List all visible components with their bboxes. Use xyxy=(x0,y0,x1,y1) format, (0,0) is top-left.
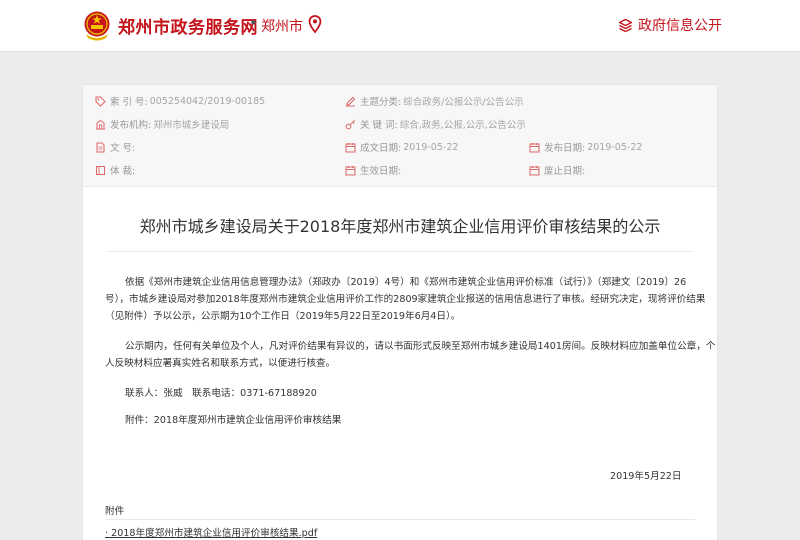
article-title: 郑州市城乡建设局关于2018年度郑州市建筑企业信用评价审核结果的公示 xyxy=(139,217,661,236)
site-header: 郑州市政务服务网 • 郑州市 政府信息公开 xyxy=(0,0,800,52)
meta-issuer-value: 郑州市城乡建设局 xyxy=(153,120,230,131)
gov-info-label[interactable]: 政府信息公开 xyxy=(638,15,722,35)
book-icon xyxy=(96,165,105,175)
meta-docno-label: 文 号: xyxy=(110,143,136,154)
meta-issuer-label: 发布机构: xyxy=(110,120,152,131)
edit-icon xyxy=(346,96,356,106)
body-paragraph-1-line-2: 号），市城乡建设局对参加2018年度郑州市建筑企业信用评价工作的2809家建筑企… xyxy=(105,294,706,305)
document-metadata: 索 引 号: 005254042/2019-00185 主题分类: 综合政务/公… xyxy=(83,85,717,187)
document-icon xyxy=(96,142,105,152)
meta-abolish-label: 废止日期: xyxy=(544,166,586,177)
body-paragraph-2-line-2: 人反映材料应署真实姓名和联系方式，以便进行核查。 xyxy=(105,358,336,369)
title-divider xyxy=(107,251,693,252)
location-pin-icon[interactable] xyxy=(308,15,322,33)
meta-form-label: 体 裁: xyxy=(110,166,136,177)
calendar-icon xyxy=(529,165,540,175)
attachment-note: 附件：2018年度郑州市建筑企业信用评价审核结果 xyxy=(125,415,342,426)
calendar-icon xyxy=(529,142,540,152)
meta-form: 体 裁: xyxy=(95,163,137,177)
body-paragraph-1-line-1: 依据《郑州市建筑企业信用信息管理办法》（郑政办〔2019〕4号）和《郑州市建筑企… xyxy=(125,277,687,288)
body-paragraph-1-line-3: （见附件）予以公示，公示期为10个工作日（2019年5月22日至2019年6月4… xyxy=(105,311,461,322)
meta-effective-date: 生效日期: xyxy=(345,163,403,177)
meta-issuer: 发布机构: 郑州市城乡建设局 xyxy=(95,117,229,131)
meta-published-label: 发布日期: xyxy=(544,143,586,154)
meta-document-number: 文 号: xyxy=(95,140,137,154)
meta-effective-label: 生效日期: xyxy=(360,166,402,177)
meta-index-number: 索 引 号: 005254042/2019-00185 xyxy=(95,94,265,108)
tag-icon xyxy=(95,96,106,107)
calendar-icon xyxy=(345,142,356,152)
issue-date: 2019年5月22日 xyxy=(610,471,682,482)
site-title[interactable]: 郑州市政务服务网 xyxy=(118,13,258,38)
meta-keywords-label: 关 键 词: xyxy=(360,120,398,131)
body-paragraph-2-line-1: 公示期内，任何有关单位及个人，凡对评价结果有异议的，请以书面形式反映至郑州市城乡… xyxy=(125,341,716,352)
article-card: 索 引 号: 005254042/2019-00185 主题分类: 综合政务/公… xyxy=(82,84,718,540)
calendar-icon xyxy=(345,165,356,175)
national-emblem-icon xyxy=(84,11,110,41)
contact-line: 联系人：张威 联系电话：0371-67188920 xyxy=(125,388,317,399)
meta-category: 主题分类: 综合政务/公报公示/公告公示 xyxy=(345,94,524,108)
attachments-heading: 附件 xyxy=(105,506,125,517)
key-icon xyxy=(345,119,356,129)
meta-index-label: 索 引 号: xyxy=(110,97,148,108)
meta-published-date: 发布日期: 2019-05-22 xyxy=(529,140,642,154)
city-switch[interactable]: 郑州市 xyxy=(261,16,303,36)
meta-keywords-value: 综合,政务,公报,公示,公告公示 xyxy=(399,120,526,131)
meta-created-value: 2019-05-22 xyxy=(403,141,459,153)
meta-abolish-date: 废止日期: xyxy=(529,163,587,177)
gov-info-disclosure-link[interactable]: 政府信息公开 xyxy=(618,15,722,35)
meta-created-date: 成文日期: 2019-05-22 xyxy=(345,140,458,154)
layers-icon xyxy=(618,18,633,32)
meta-index-value: 005254042/2019-00185 xyxy=(149,95,266,107)
meta-keywords: 关 键 词: 综合,政务,公报,公示,公告公示 xyxy=(345,117,526,131)
meta-category-value: 综合政务/公报公示/公告公示 xyxy=(403,97,524,108)
attachments-divider xyxy=(105,519,695,520)
meta-category-label: 主题分类: xyxy=(360,97,402,108)
title-separator: • xyxy=(249,14,258,32)
building-icon xyxy=(96,119,105,129)
meta-created-label: 成文日期: xyxy=(360,143,402,154)
meta-published-value: 2019-05-22 xyxy=(587,141,643,153)
attachment-pdf-link[interactable]: · 2018年度郑州市建筑企业信用评价审核结果.pdf xyxy=(105,525,317,539)
